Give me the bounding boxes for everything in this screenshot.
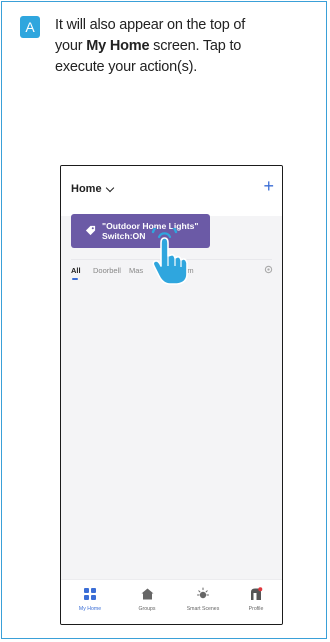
nav-label: Groups (138, 606, 156, 612)
instruction-line-1: It will also appear on the top of (55, 17, 246, 33)
tab-master-bedroom[interactable]: Mas (129, 266, 143, 275)
home-title: Home (71, 183, 102, 195)
my-home-emphasis: My Home (86, 38, 150, 54)
tab-all[interactable]: All (71, 266, 81, 275)
app-header: Home + (61, 166, 282, 216)
house-icon (141, 588, 153, 600)
add-button[interactable]: + (263, 177, 274, 195)
phone-screenshot: Home + "Outdoor Home Lights" Switch:ON A… (60, 165, 283, 625)
nav-groups[interactable]: Groups (122, 586, 172, 612)
instruction-text: It will also appear on the top of your M… (55, 15, 300, 78)
tag-icon (85, 225, 96, 236)
nav-my-home[interactable]: My Home (65, 586, 115, 612)
nav-profile[interactable]: Profile (231, 586, 281, 612)
nav-label: Profile (248, 606, 264, 612)
nav-label: Smart Scenes (186, 606, 220, 612)
tab-doorbell[interactable]: Doorbell (93, 266, 121, 275)
sun-icon (197, 587, 209, 599)
home-selector[interactable]: Home (71, 183, 114, 195)
profile-icon (251, 587, 263, 600)
bottom-navigation: My Home Groups Smart Scenes Profile (61, 579, 282, 624)
tap-hand-icon (151, 228, 188, 285)
instruction-line-2: your My Home screen. Tap to (55, 38, 242, 54)
grid-icon (84, 588, 96, 600)
chevron-down-icon (105, 183, 114, 192)
step-badge: A (20, 16, 40, 38)
nav-smart-scenes[interactable]: Smart Scenes (178, 586, 228, 612)
tab-active-indicator (72, 278, 78, 280)
instruction-line-3: execute your action(s). (55, 59, 198, 75)
nav-label: My Home (78, 606, 102, 612)
gear-icon[interactable] (264, 265, 273, 274)
